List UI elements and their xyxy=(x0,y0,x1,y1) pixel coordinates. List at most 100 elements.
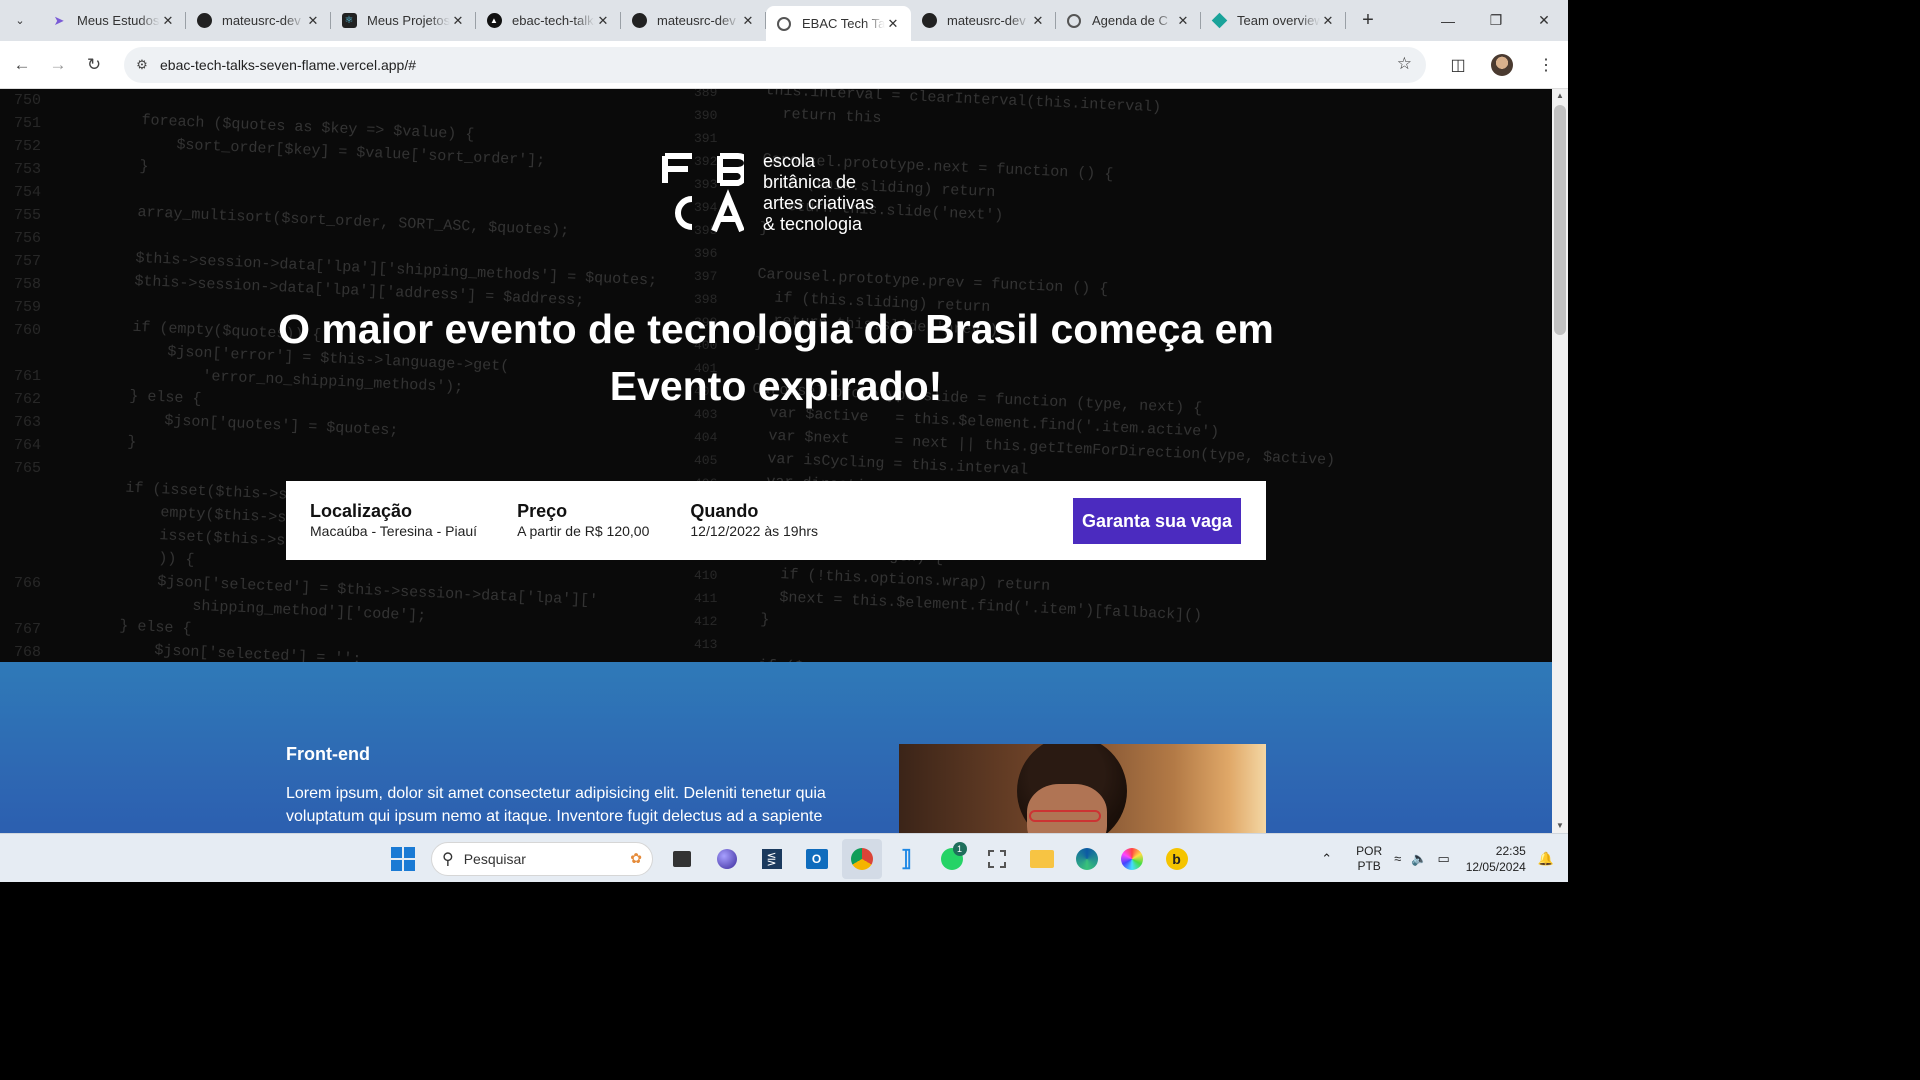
volume-icon[interactable]: 🔈 xyxy=(1411,851,1427,867)
close-tab-icon[interactable]: ✕ xyxy=(740,13,756,29)
new-tab-button[interactable]: + xyxy=(1354,9,1382,32)
browser-tab[interactable]: mateusrc-dev ✕ xyxy=(911,0,1056,41)
browser-purple-icon xyxy=(716,848,737,869)
browser-tab[interactable]: ⚛ Meus Projetos ✕ xyxy=(331,0,476,41)
globe-icon xyxy=(1066,13,1082,29)
headline-line-1: O maior evento de tecnologia do Brasil c… xyxy=(278,306,1274,352)
avatar xyxy=(1491,54,1513,76)
close-tab-icon[interactable]: ✕ xyxy=(885,16,901,32)
close-tab-icon[interactable]: ✕ xyxy=(305,13,321,29)
talks-section: Front-end Lorem ipsum, dolor sit amet co… xyxy=(0,662,1552,833)
browser-tab-title: mateusrc-dev xyxy=(657,13,736,28)
toolbar-actions: ◫ ⋮ xyxy=(1436,41,1568,89)
tab-strip: ➤ Meus Estudos ✕ mateusrc-dev ✕ ⚛ Meus Projeto… xyxy=(41,0,1346,41)
browser-tab[interactable]: Agenda de C ✕ xyxy=(1056,0,1201,41)
ebac-logo-mark xyxy=(662,153,744,233)
tab-search-button[interactable]: ⌄ xyxy=(7,8,33,34)
photo-glasses xyxy=(1029,810,1101,822)
close-window-button[interactable]: ✕ xyxy=(1520,0,1568,41)
browser-tab[interactable]: ▲ ebac-tech-talks ✕ xyxy=(476,0,621,41)
close-tab-icon[interactable]: ✕ xyxy=(160,13,176,29)
logo-line: & tecnologia xyxy=(763,214,863,234)
battery-icon[interactable]: ▭ xyxy=(1437,851,1449,867)
browser-tab[interactable]: Team overview ✕ xyxy=(1201,0,1346,41)
info-location-title: Localização xyxy=(310,501,413,521)
close-tab-icon[interactable]: ✕ xyxy=(1030,13,1046,29)
chevron-down-icon: ⌄ xyxy=(15,15,25,27)
windows-logo-icon xyxy=(390,846,415,871)
scrollbar-thumb[interactable] xyxy=(1554,105,1566,335)
url-text[interactable]: ebac-tech-talks-seven-flame.vercel.app/# xyxy=(160,57,416,73)
section-title: Front-end xyxy=(286,744,370,764)
chevron-up-icon[interactable]: ⌃ xyxy=(1321,851,1332,867)
extensions-button[interactable]: ◫ xyxy=(1436,55,1480,75)
reload-icon: ↻ xyxy=(86,54,102,74)
diamond-icon xyxy=(1211,12,1227,29)
taskbar-search-placeholder: Pesquisar xyxy=(463,850,526,867)
profile-button[interactable] xyxy=(1480,54,1524,76)
taskbar-app[interactable] xyxy=(1022,839,1062,879)
taskbar-app[interactable]: b xyxy=(1157,839,1197,879)
menu-button[interactable]: ⋮ xyxy=(1524,55,1568,75)
info-when-title: Quando xyxy=(690,501,759,521)
notification-bell-icon[interactable]: 🔔 xyxy=(1538,851,1554,867)
site-info-icon[interactable]: ⚙ xyxy=(124,57,160,73)
browser-tab[interactable]: EBAC Tech Talks✕ xyxy=(766,6,911,41)
back-button[interactable]: ← xyxy=(4,47,40,83)
task-view-button[interactable] xyxy=(662,839,702,879)
scroll-down-arrow-icon[interactable]: ▼ xyxy=(1552,819,1568,833)
taskbar-app[interactable]: 1 xyxy=(932,839,972,879)
scroll-up-arrow-icon[interactable]: ▲ xyxy=(1552,89,1568,103)
forward-button[interactable]: → xyxy=(40,47,76,83)
close-tab-icon[interactable]: ✕ xyxy=(1175,13,1191,29)
ebac-logo[interactable]: escola britânica de artes criativas & te… xyxy=(662,151,874,235)
rocket-icon: ➤ xyxy=(53,12,65,28)
task-view-icon xyxy=(672,850,691,867)
maximize-button[interactable]: ❐ xyxy=(1472,0,1520,41)
taskbar-app[interactable]: ⋚ xyxy=(752,839,792,879)
taskbar-chrome[interactable] xyxy=(841,838,882,879)
close-tab-icon[interactable]: ✕ xyxy=(1320,13,1336,29)
browser-tab[interactable]: mateusrc-dev ✕ xyxy=(186,0,331,41)
ebac-logo-text: escola britânica de artes criativas & te… xyxy=(763,151,874,235)
page-scrollbar[interactable]: ▲ ▼ xyxy=(1552,89,1568,833)
get-your-spot-button[interactable]: Garanta sua vaga xyxy=(1073,498,1241,544)
taskbar-app[interactable] xyxy=(977,839,1017,879)
kebab-menu-icon: ⋮ xyxy=(1538,57,1554,74)
taskbar-apps: ⚲ Pesquisar ✿ ⋚ O ⟧ 1 b xyxy=(380,834,1199,883)
language-indicator[interactable]: POR PTB xyxy=(1356,844,1382,874)
hero-section: 750 751 752 753 754 755 756 757 758 759 … xyxy=(0,89,1552,662)
browser-tab[interactable]: mateusrc-dev ✕ xyxy=(621,0,766,41)
logo-line: escola xyxy=(763,151,816,171)
info-price-title: Preço xyxy=(517,501,568,521)
edge-icon xyxy=(1075,847,1098,870)
taskbar-app[interactable]: ⟧ xyxy=(887,839,927,879)
taskbar-app[interactable]: O xyxy=(797,839,837,879)
event-info-bar: Localização Macaúba - Teresina - Piauí P… xyxy=(286,481,1266,560)
puzzle-icon: ◫ xyxy=(1450,57,1466,74)
close-tab-icon[interactable]: ✕ xyxy=(595,13,611,29)
reload-button[interactable]: ↻ xyxy=(76,47,112,83)
taskbar-search[interactable]: ⚲ Pesquisar ✿ xyxy=(431,841,653,876)
bookmark-star-icon[interactable]: ☆ xyxy=(1397,54,1412,74)
address-bar[interactable]: ⚙ ebac-tech-talks-seven-flame.vercel.app… xyxy=(124,47,1426,83)
clock[interactable]: 22:35 12/05/2024 xyxy=(1466,843,1526,875)
minimize-button[interactable]: — xyxy=(1424,0,1472,41)
chrome-icon xyxy=(850,847,873,870)
close-tab-icon[interactable]: ✕ xyxy=(450,13,466,29)
capcut-icon: ⋚ xyxy=(761,848,782,869)
taskbar-app[interactable] xyxy=(1067,839,1107,879)
wifi-icon[interactable]: ≈ xyxy=(1394,851,1401,866)
browser-tab-bar: ⌄ ➤ Meus Estudos ✕ mateusrc-dev ✕ ⚛ Meus Proje… xyxy=(0,0,1568,41)
file-explorer-icon xyxy=(1029,849,1054,868)
taskbar-app[interactable] xyxy=(1112,839,1152,879)
system-tray: ⌃ POR PTB ≈ 🔈 ▭ 22:35 12/05/2024 🔔 xyxy=(1321,834,1568,883)
page-viewport: 750 751 752 753 754 755 756 757 758 759 … xyxy=(0,89,1552,833)
start-button[interactable] xyxy=(383,839,423,879)
github-icon xyxy=(196,13,212,29)
browser-tab[interactable]: ➤ Meus Estudos ✕ xyxy=(41,0,186,41)
windows-taskbar: ⚲ Pesquisar ✿ ⋚ O ⟧ 1 b ⌃ POR PTB ≈ 🔈 ▭ … xyxy=(0,833,1568,882)
browser-tab-title: Meus Projetos xyxy=(367,13,450,28)
browser-tab-title: mateusrc-dev xyxy=(947,13,1026,28)
taskbar-app[interactable] xyxy=(707,839,747,879)
